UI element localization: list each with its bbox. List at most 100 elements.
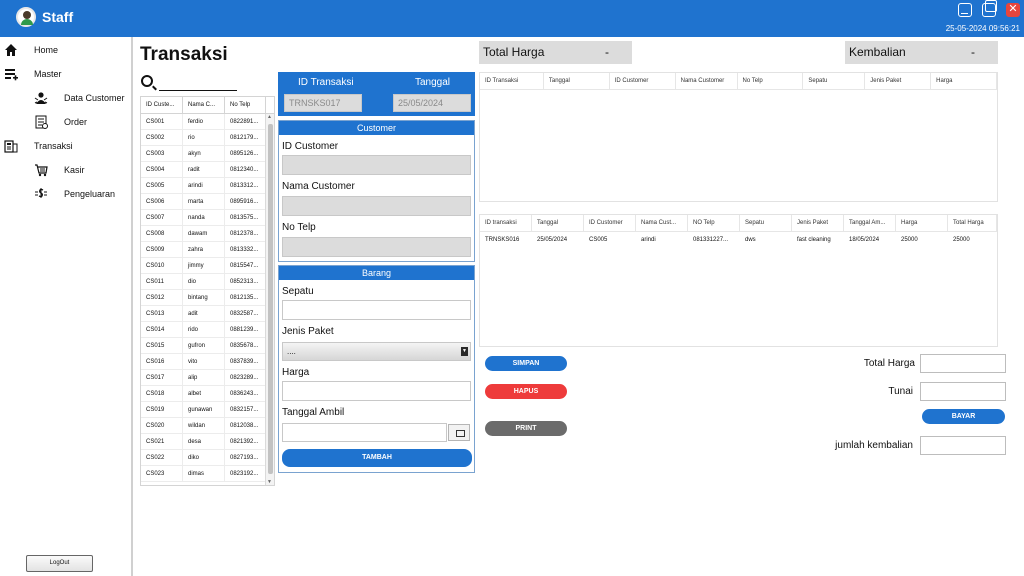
table-cell: gunawan — [183, 402, 225, 417]
column-header[interactable]: ID Custe... — [141, 97, 183, 113]
tanggal-ambil-field[interactable] — [282, 423, 447, 442]
print-button[interactable]: PRINT — [485, 421, 567, 436]
column-header[interactable]: ID Customer — [584, 215, 636, 231]
close-icon[interactable]: ✕ — [1006, 3, 1020, 17]
table-scrollbar[interactable]: ▲ ▼ — [265, 114, 274, 485]
column-header[interactable]: No Telp — [738, 73, 804, 89]
column-header[interactable]: Total Harga — [948, 215, 997, 231]
table-cell: diko — [183, 450, 225, 465]
sidebar-item-data-customer[interactable]: Data Customer — [34, 91, 125, 105]
table-row[interactable]: CS022 diko 0827193... — [141, 450, 274, 466]
table-row[interactable]: CS001 ferdio 0822891... — [141, 114, 274, 130]
table-cell: adit — [183, 306, 225, 321]
table-row[interactable]: CS002 rio 0812179... — [141, 130, 274, 146]
user-avatar-icon — [16, 7, 36, 27]
sidebar-item-transaksi[interactable]: Transaksi — [4, 139, 73, 153]
table-cell: dio — [183, 274, 225, 289]
table-row[interactable]: CS020 wildan 0812038... — [141, 418, 274, 434]
table-cell: CS004 — [141, 162, 183, 177]
search-input[interactable] — [159, 76, 237, 91]
maximize-icon[interactable] — [982, 0, 997, 17]
column-header[interactable]: Jenis Paket — [865, 73, 932, 89]
table-cell: alip — [183, 370, 225, 385]
transaction-icon — [4, 139, 18, 153]
table-row[interactable]: CS012 bintang 0812135... — [141, 290, 274, 306]
table-row[interactable]: TRNSKS016 25/05/2024 CS005 arindi 081331227.… — [480, 232, 997, 248]
column-header[interactable]: ID Customer — [610, 73, 676, 89]
sidebar-item-pengeluaran[interactable]: Pengeluaran — [34, 187, 115, 201]
sepatu-field[interactable] — [282, 300, 471, 320]
scroll-down-icon[interactable]: ▼ — [267, 479, 272, 485]
column-header[interactable]: Sepatu — [803, 73, 866, 89]
column-header[interactable]: Tanggal — [544, 73, 610, 89]
table-row[interactable]: CS010 jimmy 0815547... — [141, 258, 274, 274]
table-row[interactable]: CS018 albet 0836243... — [141, 386, 274, 402]
column-header[interactable]: Nama Customer — [676, 73, 738, 89]
table-cell: 0832157... — [225, 402, 266, 417]
sidebar-item-order[interactable]: Order — [34, 115, 87, 129]
table-cell: CS022 — [141, 450, 183, 465]
table-row[interactable]: CS021 desa 0821392... — [141, 434, 274, 450]
table-cell: 0821392... — [225, 434, 266, 449]
column-header[interactable]: No Telp — [225, 97, 266, 113]
table-row[interactable]: CS023 dimas 0823192... — [141, 466, 274, 482]
sidebar-item-label: Order — [64, 117, 88, 127]
table-row[interactable]: CS009 zahra 0813332... — [141, 242, 274, 258]
harga-field[interactable] — [282, 381, 471, 401]
column-header[interactable]: Harga — [931, 73, 997, 89]
column-header[interactable]: Nama C... — [183, 97, 225, 113]
table-cell: CS013 — [141, 306, 183, 321]
money-out-icon — [34, 187, 48, 201]
column-header[interactable]: Nama Cust... — [636, 215, 688, 231]
minimize-icon[interactable] — [958, 3, 972, 17]
table-cell: CS006 — [141, 194, 183, 209]
table-cell: CS002 — [141, 130, 183, 145]
table-row[interactable]: CS019 gunawan 0832157... — [141, 402, 274, 418]
table-cell: 0823289... — [225, 370, 266, 385]
jenis-paket-select[interactable]: .... ▼ — [282, 342, 471, 361]
sepatu-label: Sepatu — [282, 286, 314, 297]
table-row[interactable]: CS007 nanda 0813575... — [141, 210, 274, 226]
cart-icon — [34, 163, 48, 177]
tambah-button[interactable]: TAMBAH — [282, 449, 472, 467]
table-cell: 0822891... — [225, 114, 266, 129]
payment-total-harga-field[interactable] — [920, 354, 1006, 373]
table-row[interactable]: CS015 gufron 0835678... — [141, 338, 274, 354]
column-header[interactable]: Harga — [896, 215, 948, 231]
table-row[interactable]: CS004 radit 0812340... — [141, 162, 274, 178]
transaction-id-panel: ID Transaksi Tanggal — [278, 72, 475, 116]
table-row[interactable]: CS008 dawam 0812378... — [141, 226, 274, 242]
column-header[interactable]: Tanggal — [532, 215, 584, 231]
simpan-button[interactable]: SIMPAN — [485, 356, 567, 371]
column-header[interactable]: ID Transaksi — [480, 73, 544, 89]
table-row[interactable]: CS013 adit 0832587... — [141, 306, 274, 322]
bayar-button[interactable]: BAYAR — [922, 409, 1005, 424]
tunai-field[interactable] — [920, 382, 1006, 401]
table-row[interactable]: CS003 akyn 0895126... — [141, 146, 274, 162]
hapus-button[interactable]: HAPUS — [485, 384, 567, 399]
sidebar: Home Master Data Customer Order Transaks… — [0, 37, 133, 576]
tanggal-field — [393, 94, 471, 112]
chevron-down-icon[interactable]: ▼ — [461, 347, 468, 356]
column-header[interactable]: ID transaksi — [480, 215, 532, 231]
scroll-up-icon[interactable]: ▲ — [267, 114, 272, 120]
calendar-icon[interactable] — [448, 424, 470, 441]
table-row[interactable]: CS016 vito 0837839... — [141, 354, 274, 370]
column-header[interactable]: Tanggal Am... — [844, 215, 896, 231]
table-row[interactable]: CS006 marta 0895916... — [141, 194, 274, 210]
table-row[interactable]: CS017 alip 0823289... — [141, 370, 274, 386]
logout-button[interactable]: LogOut — [26, 555, 93, 572]
column-header[interactable]: NO Telp — [688, 215, 740, 231]
sidebar-item-master[interactable]: Master — [4, 67, 62, 81]
column-header[interactable]: Sepatu — [740, 215, 792, 231]
table-row[interactable]: CS005 arindi 0813312... — [141, 178, 274, 194]
scrollbar-thumb[interactable] — [268, 124, 273, 474]
column-header[interactable]: Jenis Paket — [792, 215, 844, 231]
sidebar-item-home[interactable]: Home — [4, 43, 58, 57]
jumlah-kembalian-field[interactable] — [920, 436, 1006, 455]
sidebar-item-kasir[interactable]: Kasir — [34, 163, 85, 177]
table-cell: 0823192... — [225, 466, 266, 481]
table-row[interactable]: CS011 dio 0852313... — [141, 274, 274, 290]
id-customer-label: ID Customer — [282, 141, 339, 152]
table-row[interactable]: CS014 rido 0881239... — [141, 322, 274, 338]
